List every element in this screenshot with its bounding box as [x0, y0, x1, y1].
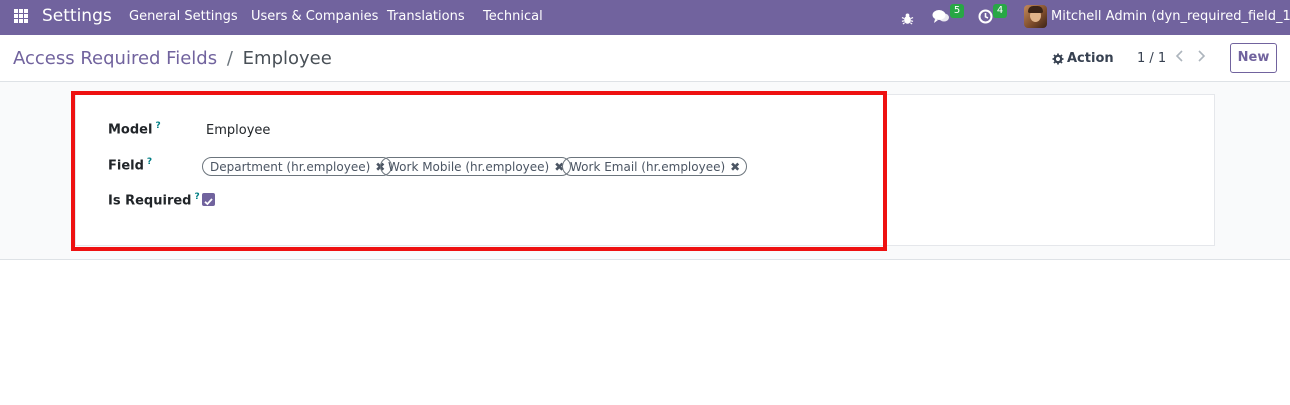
chat-count-badge: 5	[950, 4, 964, 18]
field-label: Field?	[108, 157, 153, 174]
field-tag-label: Department (hr.employee)	[210, 159, 371, 174]
field-tag-label: Work Email (hr.employee)	[570, 159, 726, 174]
field-tag[interactable]: Work Mobile (hr.employee) ✖	[380, 157, 572, 176]
field-tag-label: Work Mobile (hr.employee)	[388, 159, 550, 174]
pager-next-icon[interactable]	[1197, 49, 1206, 67]
menu-technical[interactable]: Technical	[483, 9, 543, 24]
control-panel: Access Required Fields / Employee Action…	[0, 35, 1290, 82]
breadcrumb: Access Required Fields / Employee	[13, 48, 332, 69]
new-button[interactable]: New	[1230, 43, 1277, 73]
gear-icon	[1052, 53, 1064, 64]
model-help-icon[interactable]: ?	[155, 121, 160, 131]
activity-clock-icon[interactable]	[978, 9, 993, 28]
menu-translations[interactable]: Translations	[387, 9, 465, 24]
checkmark-icon	[204, 198, 213, 206]
user-avatar[interactable]	[1024, 5, 1047, 28]
activity-count-badge: 4	[993, 4, 1007, 18]
field-tag[interactable]: Work Email (hr.employee) ✖	[562, 157, 748, 176]
app-title[interactable]: Settings	[42, 6, 112, 26]
debug-bug-icon[interactable]	[901, 10, 914, 29]
top-navbar: Settings General Settings Users & Compan…	[0, 0, 1290, 35]
field-help-icon[interactable]: ?	[147, 157, 152, 167]
is-required-checkbox[interactable]	[202, 193, 215, 206]
action-button[interactable]: Action	[1052, 51, 1114, 66]
remove-tag-icon[interactable]: ✖	[730, 160, 740, 174]
menu-users-companies[interactable]: Users & Companies	[251, 9, 378, 24]
pager-value[interactable]: 1 / 1	[1137, 51, 1166, 66]
breadcrumb-parent-link[interactable]: Access Required Fields	[13, 48, 217, 69]
field-tag[interactable]: Department (hr.employee) ✖	[202, 157, 393, 176]
user-menu[interactable]: Mitchell Admin (dyn_required_field_16)	[1051, 9, 1290, 24]
is-required-help-icon[interactable]: ?	[194, 192, 199, 202]
breadcrumb-current: Employee	[242, 48, 332, 69]
model-label: Model?	[108, 121, 161, 138]
model-value[interactable]: Employee	[206, 123, 270, 138]
is-required-label: Is Required?	[108, 192, 200, 209]
pager-previous-icon[interactable]	[1175, 49, 1184, 67]
menu-general-settings[interactable]: General Settings	[129, 9, 238, 24]
action-label: Action	[1067, 51, 1114, 66]
breadcrumb-separator: /	[226, 48, 233, 69]
chat-bubbles-icon[interactable]	[932, 9, 950, 28]
apps-grid-icon[interactable]	[14, 9, 28, 23]
